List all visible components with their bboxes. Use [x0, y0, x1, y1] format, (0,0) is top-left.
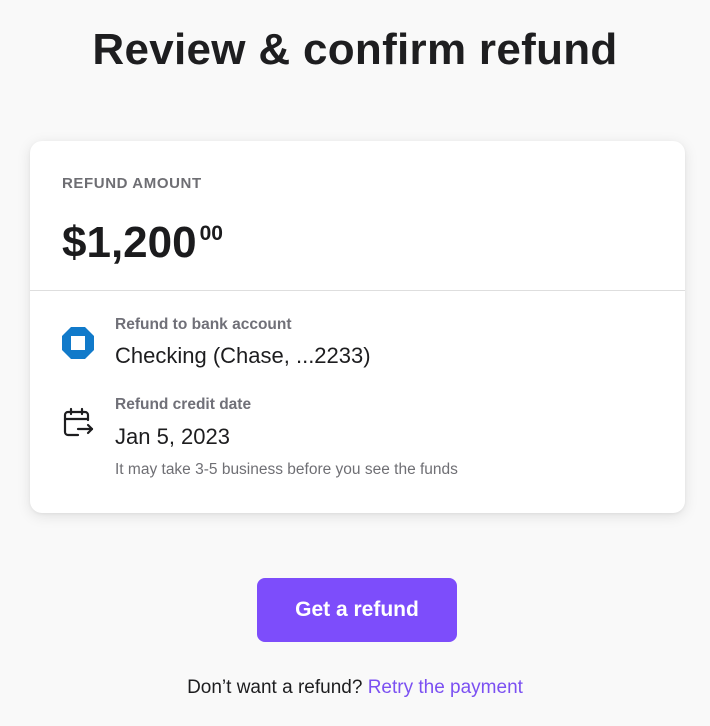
- refund-amount-cents: 00: [199, 222, 223, 245]
- footer-text: Don’t want a refund?: [187, 677, 363, 698]
- bank-account-label: Refund to bank account: [115, 316, 292, 333]
- refund-amount-main: $1,200: [62, 218, 197, 267]
- credit-date-row: Refund credit date Jan 5, 2023 It may ta…: [30, 371, 685, 511]
- calendar-arrow-icon: [60, 406, 96, 442]
- refund-amount-label: REFUND AMOUNT: [62, 175, 202, 192]
- refund-summary-card: REFUND AMOUNT $1,200 00 Refund to bank a…: [30, 141, 685, 513]
- chase-bank-logo-icon: [60, 325, 96, 361]
- get-refund-button[interactable]: Get a refund: [257, 578, 457, 642]
- bank-account-row: Refund to bank account Checking (Chase, …: [30, 291, 685, 371]
- credit-date-value: Jan 5, 2023: [115, 424, 230, 449]
- bank-account-value: Checking (Chase, ...2233): [115, 343, 371, 368]
- refund-amount-value: $1,200 00: [62, 215, 223, 271]
- page-title: Review & confirm refund: [92, 25, 618, 74]
- footer-prompt: Don’t want a refund? Retry the payment: [0, 677, 710, 699]
- credit-date-note: It may take 3-5 business before you see …: [115, 461, 458, 478]
- credit-date-label: Refund credit date: [115, 396, 252, 413]
- retry-payment-link[interactable]: Retry the payment: [368, 677, 523, 698]
- refund-amount-section: REFUND AMOUNT $1,200 00: [30, 141, 685, 291]
